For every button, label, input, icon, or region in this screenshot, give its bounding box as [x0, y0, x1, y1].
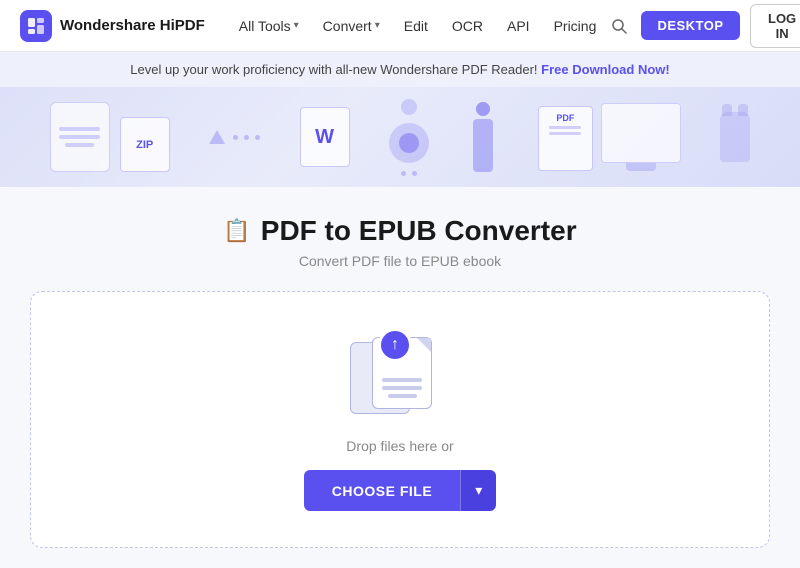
nav-edit[interactable]: Edit: [394, 12, 438, 40]
choose-file-button[interactable]: CHOOSE FILE: [304, 470, 460, 511]
illus-animal: [720, 112, 750, 162]
chevron-down-icon: ▾: [294, 20, 299, 31]
nav-convert[interactable]: Convert ▾: [313, 12, 390, 40]
logo-area[interactable]: Wondershare HiPDF: [20, 10, 205, 42]
nav-all-tools[interactable]: All Tools ▾: [229, 12, 309, 40]
illus-word: W: [300, 107, 350, 167]
hero-illustration: ZIP W PDF: [0, 87, 800, 187]
nav-ocr[interactable]: OCR: [442, 12, 493, 40]
drop-text: Drop files here or: [346, 438, 453, 454]
desktop-button[interactable]: DESKTOP: [641, 11, 739, 40]
chevron-down-icon: ▾: [475, 482, 482, 498]
promo-cta-link[interactable]: Free Download Now!: [541, 62, 670, 77]
nav-links: All Tools ▾ Convert ▾ Edit OCR API Prici…: [229, 12, 607, 40]
navbar: Wondershare HiPDF All Tools ▾ Convert ▾ …: [0, 0, 800, 52]
illus-person: [468, 102, 498, 172]
chevron-down-icon: ▾: [375, 20, 380, 31]
illus-card-1: [50, 102, 110, 172]
main-content: 📋 PDF to EPUB Converter Convert PDF file…: [0, 187, 800, 568]
illus-right: PDF: [538, 103, 681, 171]
upload-circle: ↑: [378, 328, 412, 362]
brand-name: Wondershare HiPDF: [60, 17, 205, 34]
illus-zip: ZIP: [120, 117, 170, 172]
upload-illustration: ↑: [350, 332, 450, 422]
illus-arrows: [209, 130, 260, 144]
illus-monitor-area: [601, 103, 681, 171]
choose-file-button-group: CHOOSE FILE ▾: [304, 470, 496, 511]
hero-banner: ZIP W PDF: [0, 87, 800, 187]
nav-api[interactable]: API: [497, 12, 540, 40]
page-title-area: 📋 PDF to EPUB Converter: [223, 215, 576, 247]
promo-banner: Level up your work proficiency with all-…: [0, 52, 800, 87]
logo-icon: [20, 10, 52, 42]
copy-icon: 📋: [223, 218, 250, 244]
search-button[interactable]: [606, 10, 631, 42]
page-title: PDF to EPUB Converter: [261, 215, 577, 247]
page-subtitle: Convert PDF file to EPUB ebook: [299, 253, 501, 269]
nav-pricing[interactable]: Pricing: [544, 12, 607, 40]
illus-center: [389, 99, 429, 176]
nav-right: DESKTOP LOG IN: [606, 4, 800, 48]
upload-arrow-icon: ↑: [391, 337, 399, 353]
login-button[interactable]: LOG IN: [750, 4, 800, 48]
illus-pdf: PDF: [538, 106, 593, 171]
drop-zone[interactable]: ↑ Drop files here or CHOOSE FILE ▾: [30, 291, 770, 548]
choose-file-dropdown-button[interactable]: ▾: [460, 470, 496, 511]
